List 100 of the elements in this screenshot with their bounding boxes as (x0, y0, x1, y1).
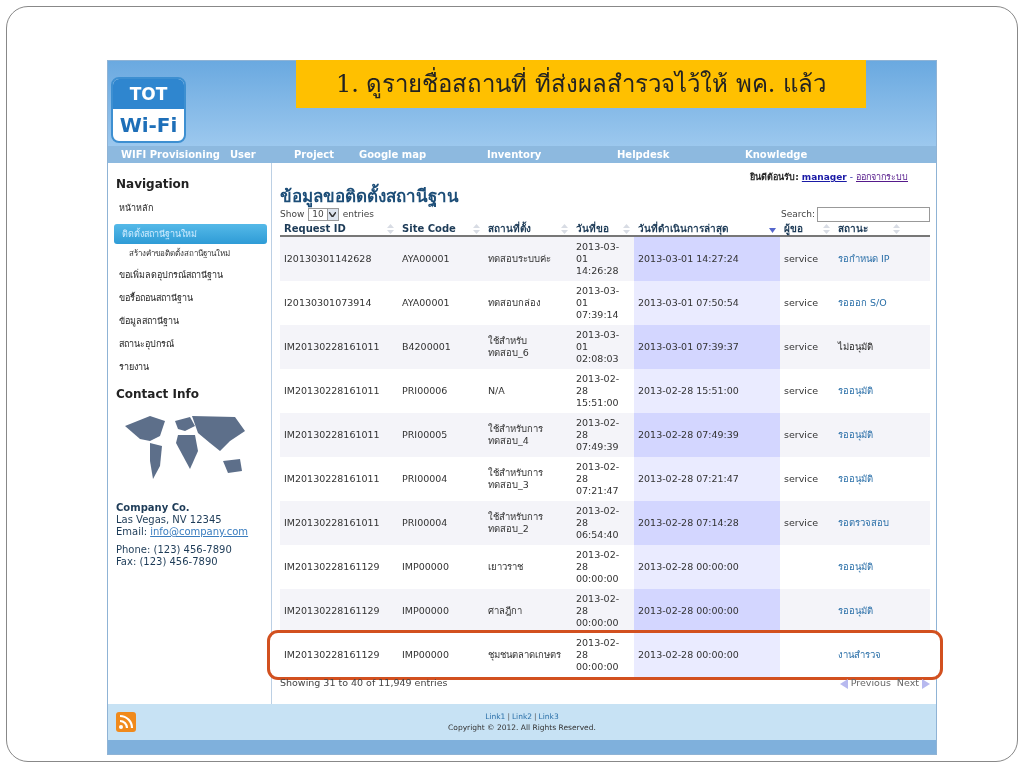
column-header[interactable]: ผู้ขอ (784, 221, 803, 236)
column-header[interactable]: สถานที่ตั้ง (488, 221, 531, 236)
table-cell: service (784, 384, 819, 397)
table-cell: ศาลฎีกา (488, 604, 522, 617)
table-cell-text: 2013-03-01 02:08:03 (576, 328, 621, 365)
table-cell: AYA00001 (402, 252, 450, 265)
logo: TOT Wi-Fi (111, 77, 186, 143)
table-cell: ทดสอบระบบค่ะ (488, 252, 551, 265)
sidebar-subitem[interactable]: สร้างคำขอติดตั้งสถานีฐานใหม่ (116, 248, 271, 260)
column-header[interactable]: วันที่ขอ (576, 221, 609, 236)
entries-label: entries (342, 208, 374, 221)
contact-title: Contact Info (116, 386, 200, 403)
table-cell-text: 2013-02-28 00:00:00 (576, 548, 621, 585)
table-cell: service (784, 340, 819, 353)
table-cell-text: 2013-03-01 14:26:28 (576, 240, 621, 277)
table-cell: 2013-02-28 00:00:00 (638, 648, 739, 661)
search-field[interactable] (817, 207, 930, 222)
company-name: Company Co. (116, 502, 191, 514)
table-info: Showing 31 to 40 of 11,949 entries (280, 676, 448, 691)
previous-arrow-icon (839, 678, 848, 689)
table-cell: 2013-03-01 14:27:24 (638, 252, 739, 265)
separator-text: - (849, 171, 853, 184)
table-cell: IM20130228161011 (284, 516, 380, 529)
sidebar-item[interactable]: ขอรื้อถอนสถานีฐาน (116, 291, 271, 306)
address-text: Las Vegas, NV 12345 (116, 514, 223, 526)
table-cell: 2013-02-28 00:00:00 (638, 560, 739, 573)
next-arrow-icon (922, 678, 930, 689)
status-cell[interactable]: งานสำรวจ (838, 648, 881, 661)
table-cell: service (784, 516, 819, 529)
table-cell: service (784, 252, 819, 265)
table-cell-text: 2013-03-01 07:39:14 (576, 284, 621, 321)
sidebar-item[interactable]: ข้อมูลสถานีฐาน (116, 314, 271, 329)
table-cell: N/A (488, 384, 505, 397)
sidebar-item[interactable]: หน้าหลัก (116, 201, 271, 216)
sidebar-item[interactable]: รายงาน (116, 360, 271, 375)
table-cell: I20130301142628 (284, 252, 372, 265)
status-cell[interactable]: รออนุมัติ (838, 428, 873, 441)
table-cell: AYA00001 (402, 296, 450, 309)
status-cell[interactable]: รอออก S/O (838, 296, 887, 309)
table-cell: IMP00000 (402, 648, 449, 661)
table-cell-text: ใช้สำหรับการ ทดสอบ_3 (488, 466, 544, 491)
table-cell-text: 2013-02-28 06:54:40 (576, 504, 621, 541)
status-cell[interactable]: รออนุมัติ (838, 560, 873, 573)
table-cell: service (784, 472, 819, 485)
table-cell-text: 2013-02-28 07:21:47 (576, 460, 621, 497)
table-cell: 2013-02-28 07:14:28 (638, 516, 739, 529)
status-cell: ไม่อนุมัติ (838, 340, 873, 353)
sidebar-item[interactable]: สถานะอุปกรณ์ (116, 337, 271, 352)
table-cell-text: ใช้สำหรับการ ทดสอบ_4 (488, 422, 544, 447)
table-cell: 2013-02-28 15:51:00 (638, 384, 739, 397)
table-cell: IMP00000 (402, 604, 449, 617)
table-cell: 2013-02-28 00:00:00 (638, 604, 739, 617)
column-header[interactable]: สถานะ (838, 221, 868, 236)
status-cell[interactable]: รออนุมัติ (838, 472, 873, 485)
table-cell: PRI00004 (402, 472, 448, 485)
table-cell: 2013-03-01 07:50:54 (638, 296, 739, 309)
table-cell: 2013-02-28 07:49:39 (638, 428, 739, 441)
fax-text: Fax: (123) 456-7890 (116, 556, 219, 568)
table-cell: I20130301073914 (284, 296, 372, 309)
search-label: Search: (781, 207, 815, 221)
previous-link[interactable]: Previous (850, 676, 891, 691)
table-cell: service (784, 428, 819, 441)
table-cell-text: ใช้สำหรับการ ทดสอบ_2 (488, 510, 544, 535)
page-title: ข้อมูลขอติดตั้งสถานีฐาน (280, 184, 460, 207)
entries-select[interactable]: 10 (308, 208, 339, 221)
dropdown-icon (326, 209, 338, 220)
table-cell: IM20130228161129 (284, 604, 380, 617)
next-link[interactable]: Next (896, 676, 919, 691)
table-cell: PRI00006 (402, 384, 448, 397)
username-link[interactable]: manager (801, 171, 847, 185)
table-cell-text: 2013-02-28 00:00:00 (576, 636, 621, 673)
status-cell[interactable]: รอตรวจสอบ (838, 516, 889, 529)
table-cell: ชุมชนตลาดเกษตร (488, 648, 561, 661)
column-header[interactable]: วันที่ดำเนินการล่าสุด (638, 221, 728, 236)
status-cell[interactable]: รออนุมัติ (838, 384, 873, 397)
table-cell: IM20130228161011 (284, 340, 380, 353)
sidebar-title: Navigation (116, 176, 191, 193)
table-cell: service (784, 296, 819, 309)
email-label: Email: (116, 526, 148, 538)
welcome-label: ยินดีต้อนรับ: (750, 171, 799, 184)
table-cell: IMP00000 (402, 560, 449, 573)
status-cell[interactable]: รออนุมัติ (838, 604, 873, 617)
email-link[interactable]: info@company.com (150, 526, 249, 538)
table-cell-text: 2013-02-28 15:51:00 (576, 372, 621, 409)
show-label: Show (280, 208, 305, 221)
table-cell: 2013-03-01 07:39:37 (638, 340, 739, 353)
table-cell: 2013-02-28 07:21:47 (638, 472, 739, 485)
table-cell: IM20130228161011 (284, 428, 380, 441)
status-cell[interactable]: รอกำหนด IP (838, 252, 890, 265)
table-cell: IM20130228161129 (284, 648, 380, 661)
sidebar-item[interactable]: ขอเพิ่มลดอุปกรณ์สถานีฐาน (116, 268, 271, 283)
column-header[interactable]: Request ID (284, 221, 346, 236)
column-header[interactable]: Site Code (402, 221, 456, 236)
logout-link[interactable]: ออกจากระบบ (856, 171, 908, 185)
table-cell: PRI00004 (402, 516, 448, 529)
table-cell: IM20130228161011 (284, 384, 380, 397)
table-cell: IM20130228161129 (284, 560, 380, 573)
table-cell: PRI00005 (402, 428, 448, 441)
rss-icon[interactable] (116, 712, 136, 732)
table-cell: B4200001 (402, 340, 451, 353)
